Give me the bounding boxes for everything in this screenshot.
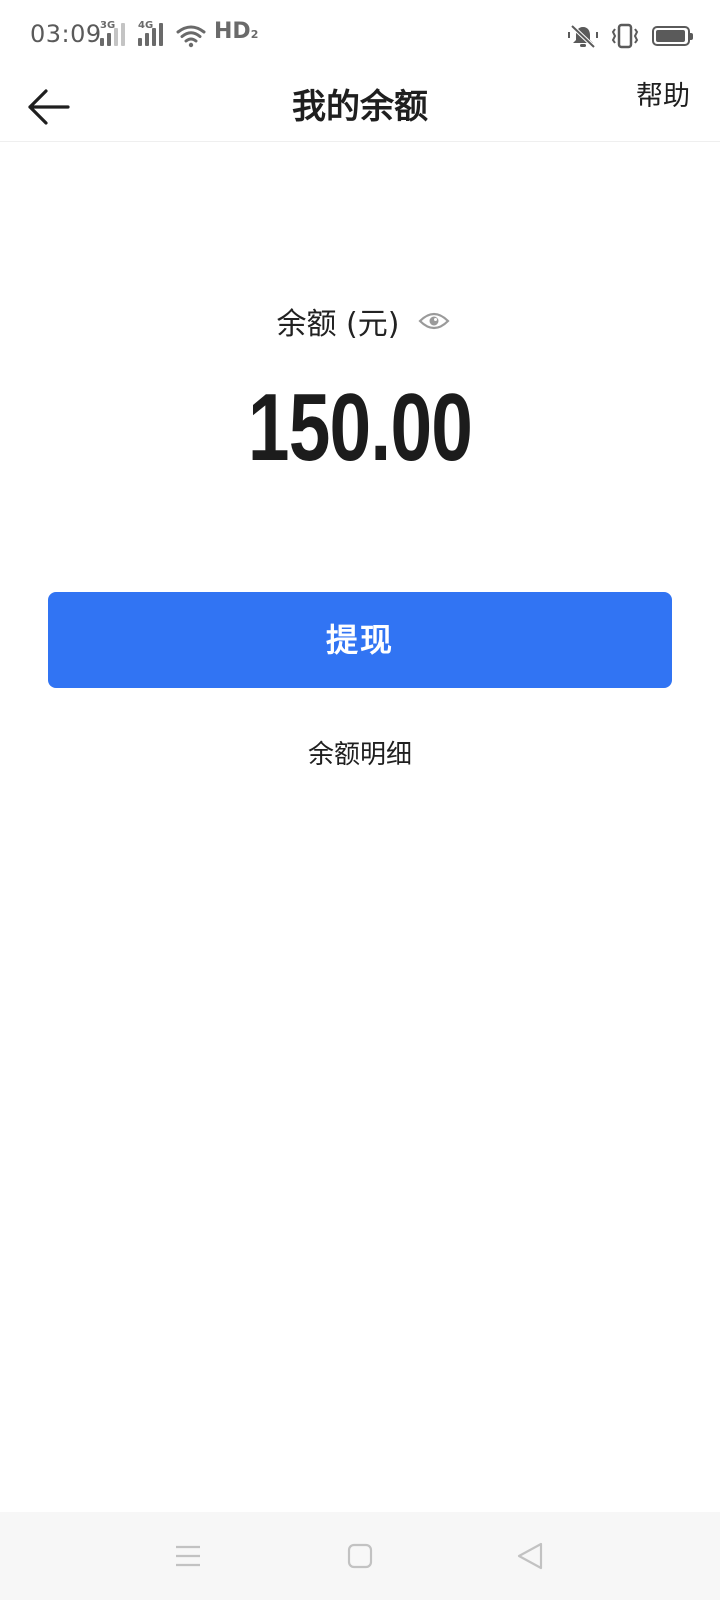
wifi-icon: [176, 25, 206, 48]
system-nav-bar: [0, 1512, 720, 1600]
status-time: 03:09: [30, 20, 102, 48]
menu-icon: [176, 1545, 200, 1567]
battery-icon: [652, 26, 693, 46]
hd-sub: 2: [250, 28, 259, 41]
home-square-icon: [347, 1543, 373, 1569]
status-right-icons: [568, 22, 693, 50]
hd-label: HD: [214, 19, 251, 44]
back-arrow-icon: [28, 89, 70, 125]
signal-3g-icon: 3G: [100, 20, 130, 48]
status-left-icons: 3G 4G HD2: [100, 19, 258, 48]
nav-menu-button[interactable]: [164, 1532, 212, 1580]
eye-toggle-button[interactable]: [417, 304, 451, 338]
balance-amount: 150.00: [247, 374, 473, 481]
balance-label-row: 余额 (元): [0, 296, 720, 346]
status-bar: 03:09 3G 4G HD2: [0, 0, 720, 72]
vibrate-mute-icon: [568, 24, 598, 49]
battery-fill: [656, 30, 685, 42]
back-triangle-icon: [517, 1542, 543, 1570]
network-type-2: 4G: [138, 20, 154, 31]
page-title: 我的余额: [292, 87, 428, 127]
eye-icon: [418, 312, 451, 330]
help-link[interactable]: 帮助: [636, 72, 690, 142]
hd-icon: HD2: [214, 19, 258, 48]
vibrate-icon: [611, 23, 639, 49]
app-header: 我的余额 帮助: [0, 72, 720, 142]
signal-4g-icon: 4G: [138, 20, 168, 48]
nav-home-button[interactable]: [336, 1532, 384, 1580]
withdraw-button[interactable]: 提现: [48, 592, 672, 688]
back-button[interactable]: [24, 84, 72, 130]
nav-back-button[interactable]: [506, 1532, 554, 1580]
balance-detail-link[interactable]: 余额明细: [0, 734, 720, 776]
network-type-1: 3G: [100, 20, 116, 31]
balance-label: 余额 (元): [276, 307, 400, 342]
